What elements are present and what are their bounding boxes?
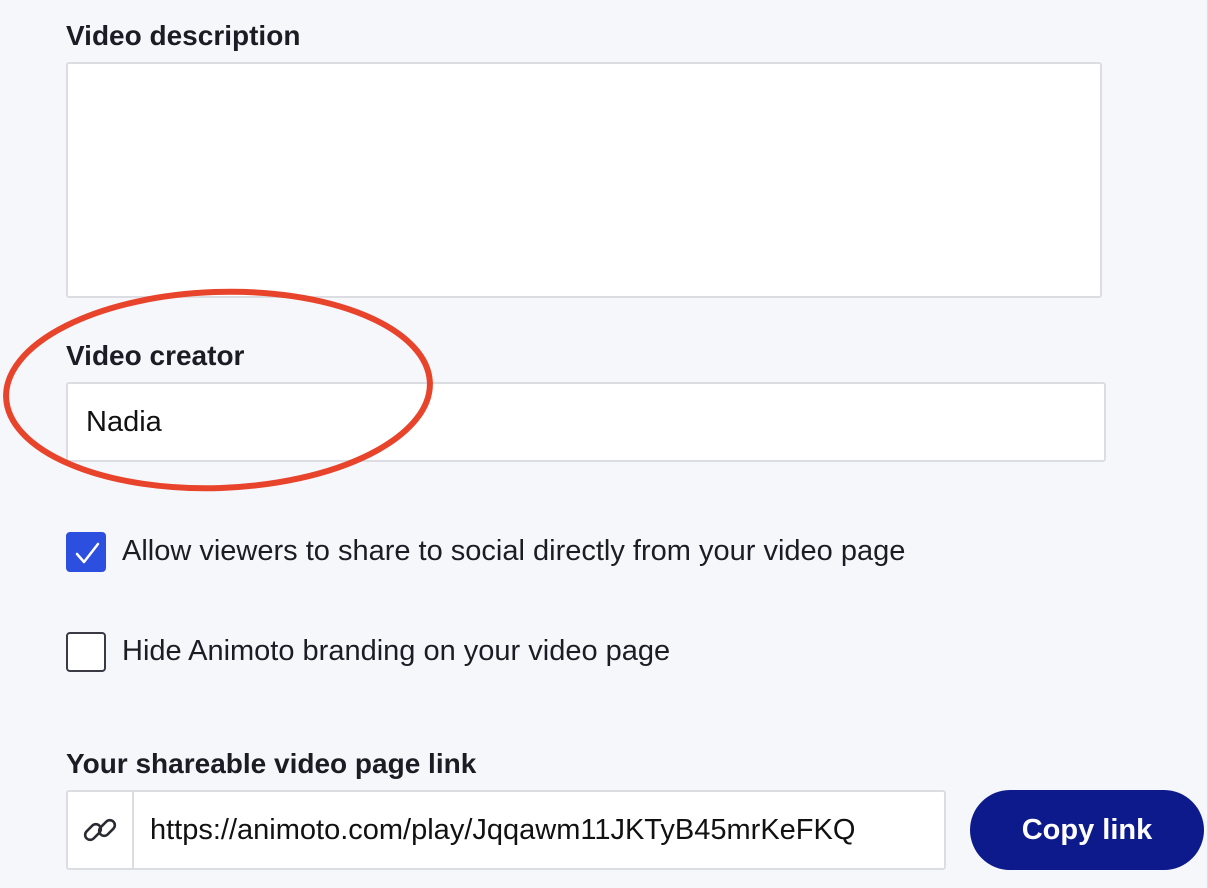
shareable-link-label: Your shareable video page link: [66, 748, 477, 779]
link-icon: [83, 818, 117, 842]
hide-branding-checkbox[interactable]: [66, 632, 106, 672]
video-creator-value: Nadia: [86, 405, 162, 438]
video-creator-input[interactable]: Nadia: [66, 382, 1106, 462]
checkmark-icon: [75, 542, 100, 564]
video-description-textarea[interactable]: [66, 62, 1102, 298]
video-description-label: Video description: [66, 20, 301, 51]
copy-link-button[interactable]: Copy link: [970, 790, 1204, 870]
shareable-link-url[interactable]: https://animoto.com/play/Jqqawm11JKTyB45…: [134, 814, 855, 847]
hide-branding-label[interactable]: Hide Animoto branding on your video page: [122, 635, 670, 668]
shareable-link-field[interactable]: https://animoto.com/play/Jqqawm11JKTyB45…: [66, 790, 946, 870]
share-social-checkbox[interactable]: [66, 532, 106, 572]
link-icon-cell: [68, 792, 134, 868]
share-social-label[interactable]: Allow viewers to share to social directl…: [122, 535, 905, 568]
video-creator-label: Video creator: [66, 340, 245, 371]
